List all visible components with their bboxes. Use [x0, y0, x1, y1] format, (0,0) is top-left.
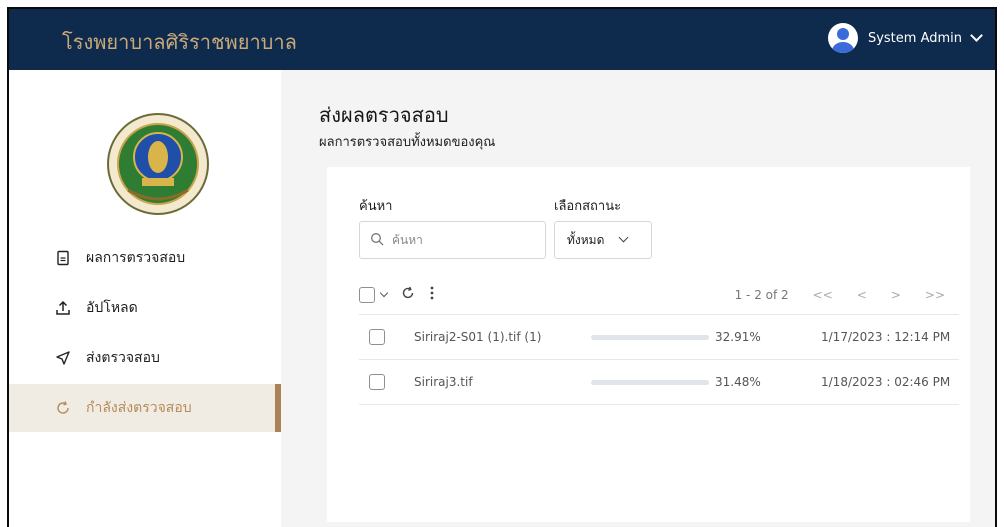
status-select-value: ทั้งหมด [567, 232, 605, 247]
row-checkbox[interactable] [369, 329, 385, 345]
row-filename: Siriraj3.tif [414, 375, 473, 389]
row-date: 1/17/2023 : 12:14 PM [821, 330, 951, 344]
row-date: 1/18/2023 : 02:46 PM [821, 375, 951, 389]
pagination: 1 - 2 of 2 << < > >> [735, 288, 945, 302]
table-row[interactable]: Siriraj3.tif 31.48% 1/18/2023 : 02:46 PM [359, 360, 959, 405]
sidebar-item-label: ส่งตรวจสอบ [86, 350, 160, 366]
sidebar-nav: ผลการตรวจสอบ อัปโหลด ส่งตรวจสอบ กำลังส่ง… [9, 234, 281, 434]
hospital-seal-logo [107, 113, 209, 215]
row-filename: Siriraj2-S01 (1).tif (1) [414, 330, 542, 344]
sidebar-item-results[interactable]: ผลการตรวจสอบ [9, 234, 281, 282]
sidebar-item-send[interactable]: ส่งตรวจสอบ [9, 334, 281, 382]
progress-bar [591, 379, 709, 385]
send-icon [54, 349, 72, 367]
user-menu[interactable]: System Admin [827, 23, 983, 53]
search-box[interactable] [359, 221, 546, 259]
search-icon [370, 231, 384, 250]
sidebar-item-label: ผลการตรวจสอบ [86, 250, 186, 266]
pagination-range: 1 - 2 of 2 [734, 287, 789, 302]
next-page-button[interactable]: > [891, 288, 901, 302]
upload-icon [54, 299, 72, 317]
page-title: ส่งผลตรวจสอบ [319, 103, 449, 127]
results-list: Siriraj2-S01 (1).tif (1) 32.91% 1/17/202… [359, 315, 959, 405]
brand-title: โรงพยาบาลศิริราชพยาบาล [62, 30, 297, 54]
progress-bar [591, 334, 709, 340]
sidebar-item-upload[interactable]: อัปโหลด [9, 284, 281, 332]
page-subtitle: ผลการตรวจสอบทั้งหมดของคุณ [319, 135, 496, 150]
table-toolbar: 1 - 2 of 2 << < > >> [359, 275, 959, 315]
sidebar: ผลการตรวจสอบ อัปโหลด ส่งตรวจสอบ กำลังส่ง… [9, 70, 281, 527]
status-label: เลือกสถานะ [554, 199, 622, 214]
sidebar-item-sending[interactable]: กำลังส่งตรวจสอบ [9, 384, 281, 432]
table-row[interactable]: Siriraj2-S01 (1).tif (1) 32.91% 1/17/202… [359, 315, 959, 360]
results-card: ค้นหา เลือกสถานะ ทั้งหมด 1 - 2 of 2 << [327, 167, 970, 522]
search-input[interactable] [392, 233, 532, 247]
select-all-checkbox[interactable] [359, 286, 375, 303]
chevron-down-icon [618, 232, 629, 243]
progress-percent: 31.48% [715, 375, 761, 389]
sidebar-item-label: กำลังส่งตรวจสอบ [86, 400, 192, 416]
app-window: โรงพยาบาลศิริราชพยาบาล System Admin ผลกา… [7, 7, 997, 527]
prev-page-button[interactable]: < [857, 288, 867, 302]
refresh-icon [54, 399, 72, 417]
search-label: ค้นหา [359, 199, 393, 214]
row-checkbox[interactable] [369, 374, 385, 390]
more-options-icon[interactable] [429, 286, 435, 304]
refresh-icon[interactable] [401, 286, 415, 304]
user-name: System Admin [867, 30, 962, 46]
document-icon [54, 249, 72, 267]
sidebar-item-label: อัปโหลด [86, 300, 138, 316]
chevron-down-icon [970, 29, 983, 42]
last-page-button[interactable]: >> [925, 288, 945, 302]
progress-percent: 32.91% [715, 330, 761, 344]
status-select[interactable]: ทั้งหมด [554, 221, 652, 259]
select-dropdown-chevron-icon[interactable] [379, 288, 389, 297]
first-page-button[interactable]: << [813, 288, 833, 302]
avatar-icon [827, 23, 858, 53]
top-bar: โรงพยาบาลศิริราชพยาบาล System Admin [9, 9, 995, 70]
